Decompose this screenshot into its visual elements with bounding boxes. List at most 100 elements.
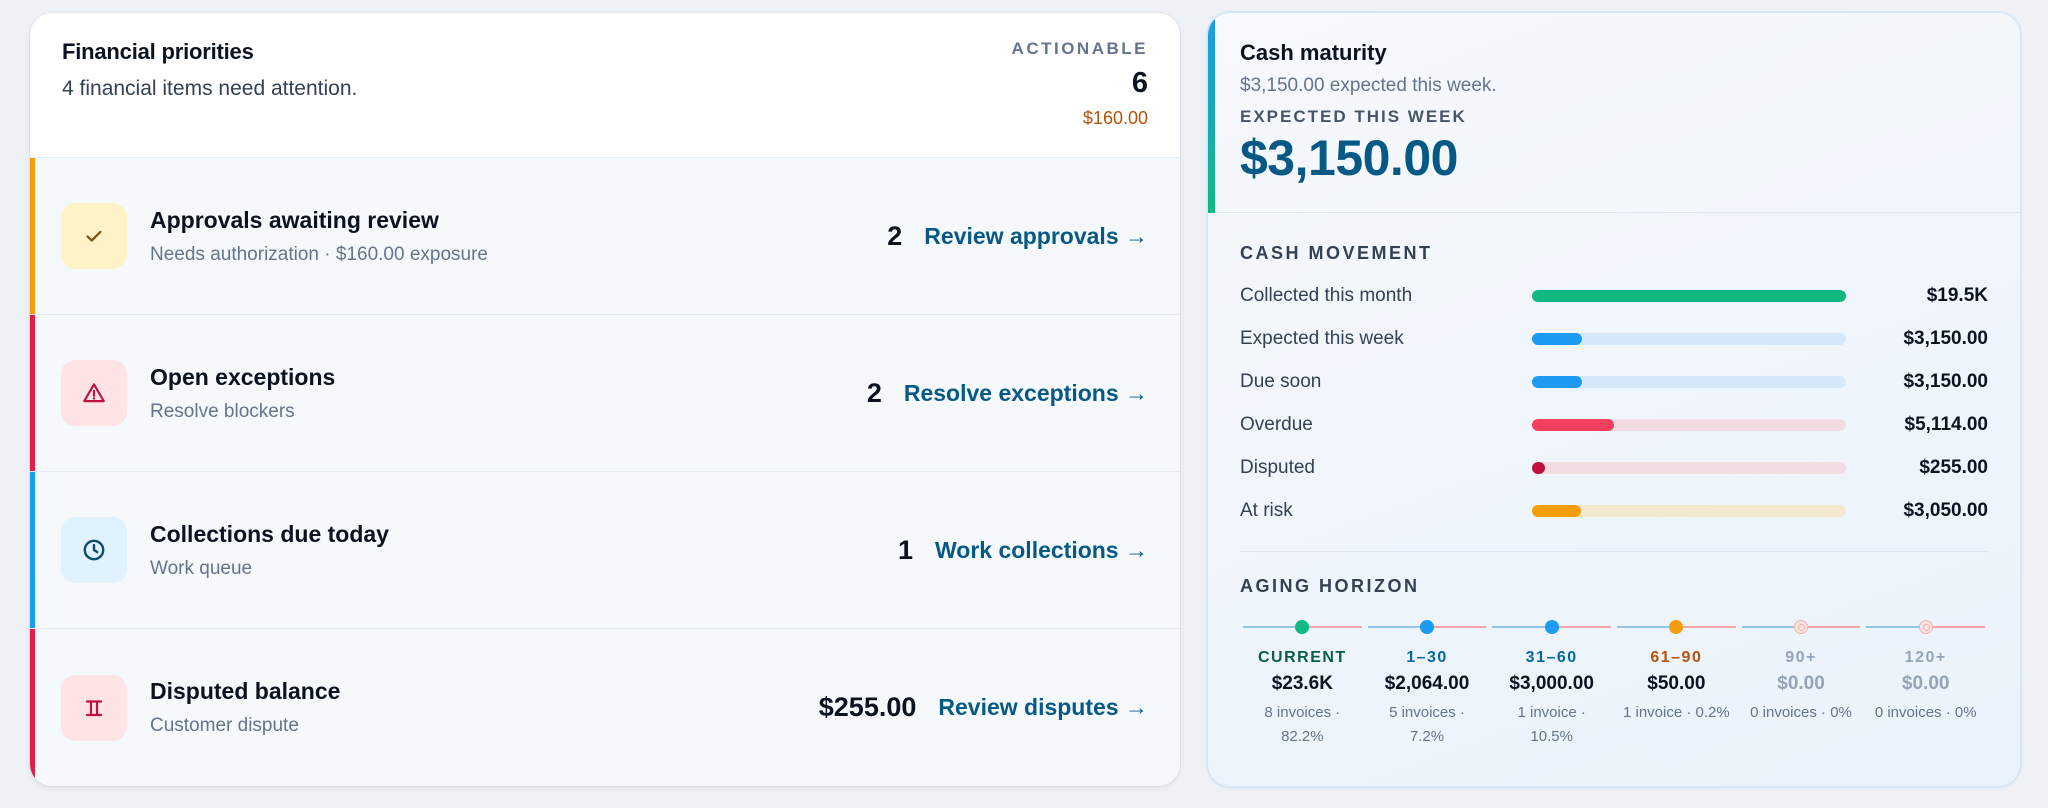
row-action-link[interactable]: Review disputes → <box>938 694 1148 721</box>
movement-value: $5,114.00 <box>1904 413 1988 435</box>
bucket-amount: $0.00 <box>1901 673 1950 694</box>
bucket-meta: 5 invoices · 7.2% <box>1389 704 1465 745</box>
row-action-link[interactable]: Work collections → <box>935 537 1148 564</box>
cash-movement-row: Overdue $5,114.00 <box>1240 403 1988 446</box>
movement-bar-track <box>1532 375 1846 388</box>
movement-value: $3,150.00 <box>1903 327 1988 349</box>
row-subtitle: Work queue <box>150 557 253 579</box>
movement-value: $255.00 <box>1919 456 1988 478</box>
priorities-subtitle: 4 financial items need attention. <box>62 77 358 100</box>
bucket-label: 61–90 <box>1650 649 1703 666</box>
cash-movement-section: CASH MOVEMENT Collected this month $19.5K… <box>1208 213 2020 553</box>
bucket-meta: 0 invoices · 0% <box>1750 704 1852 721</box>
aging-dot <box>1918 620 1933 634</box>
warning-triangle-icon <box>61 360 127 426</box>
movement-name: Disputed <box>1240 456 1315 478</box>
row-action-link[interactable]: Resolve exceptions → <box>904 380 1148 407</box>
actionable-count: 6 <box>1131 67 1148 99</box>
bucket-label: CURRENT <box>1257 649 1347 666</box>
movement-name: Overdue <box>1240 413 1313 435</box>
aging-dot <box>1420 620 1434 634</box>
aging-horizon-section: AGING HORIZON CURRENT $23.6K 8 invoices · … <box>1240 576 1988 749</box>
row-subtitle: Needs authorization · $160.00 exposure <box>150 243 489 265</box>
row-text: Disputed balance Customer dispute <box>150 678 819 737</box>
aging-dot <box>1295 620 1310 634</box>
movement-bar-track <box>1532 504 1846 517</box>
bucket-meta: 8 invoices · 82.2% <box>1264 704 1341 745</box>
row-text: Open exceptions Resolve blockers <box>150 364 867 423</box>
actionable-label: ACTIONABLE <box>1011 39 1148 58</box>
aging-buckets: CURRENT $23.6K 8 invoices · 82.2% 1–30 $2,06… <box>1240 619 1988 749</box>
aging-bucket: 31–60 $3,000.00 1 invoice · 10.5% <box>1489 619 1614 749</box>
bucket-meta: 1 invoice · 10.5% <box>1517 704 1586 745</box>
movement-bar-fill <box>1532 289 1846 302</box>
dispute-pillar-icon <box>61 674 127 741</box>
movement-bar-fill <box>1532 418 1614 431</box>
row-text: Collections due today Work queue <box>150 521 898 580</box>
movement-name: At risk <box>1240 499 1293 521</box>
aging-dot <box>1544 620 1559 634</box>
movement-name: Due soon <box>1240 370 1322 392</box>
expected-week-label: EXPECTED THIS WEEK <box>1240 107 1467 126</box>
movement-bar-fill <box>1532 461 1545 474</box>
check-icon <box>61 203 127 269</box>
priority-row: Approvals awaiting review Needs authoriza… <box>30 158 1180 315</box>
aging-horizon-label: AGING HORIZON <box>1240 576 1420 596</box>
aging-timeline <box>1492 619 1612 635</box>
expected-week-value: $3,150.00 <box>1240 130 1458 186</box>
cash-movement-row: Expected this week $3,150.00 <box>1240 317 1988 360</box>
cash-movement-list: Collected this month $19.5K Expected this … <box>1240 274 1988 532</box>
movement-bar-track <box>1532 289 1846 302</box>
movement-bar-track <box>1532 332 1846 345</box>
movement-bar-fill <box>1532 332 1583 345</box>
aging-bucket: 90+ $0.00 0 invoices · 0% <box>1739 619 1864 749</box>
cash-movement-row: At risk $3,050.00 <box>1240 489 1988 532</box>
bucket-label: 1–30 <box>1406 649 1448 666</box>
bucket-amount: $3,000.00 <box>1509 673 1594 694</box>
priority-row: Collections due today Work queue 1 Work col… <box>30 472 1180 629</box>
bucket-meta: 0 invoices · 0% <box>1874 704 1977 721</box>
row-count: $255.00 <box>818 692 917 722</box>
aging-timeline <box>1617 619 1736 635</box>
row-count: 2 <box>866 377 882 408</box>
movement-name: Expected this week <box>1240 327 1404 349</box>
cash-movement-row: Due soon $3,150.00 <box>1240 360 1988 403</box>
accent-bar <box>1208 13 1215 213</box>
aging-dot <box>1669 620 1684 634</box>
bucket-label: 90+ <box>1785 649 1817 666</box>
bucket-label: 31–60 <box>1525 649 1578 666</box>
aging-timeline <box>1866 619 1986 635</box>
bucket-amount: $50.00 <box>1647 673 1706 694</box>
clock-icon <box>61 517 127 583</box>
row-accent-bar <box>30 629 35 786</box>
priorities-header: Financial priorities 4 financial items n… <box>30 13 1180 158</box>
section-divider <box>1240 551 1988 552</box>
cash-movement-row: Disputed $255.00 <box>1240 446 1988 489</box>
bucket-amount: $2,064.00 <box>1384 673 1470 694</box>
row-accent-bar <box>30 472 35 628</box>
row-count: 1 <box>897 534 913 565</box>
row-title: Open exceptions <box>150 363 336 390</box>
cash-maturity-card: Cash maturity $3,150.00 expected this we… <box>1208 13 2020 786</box>
row-subtitle: Customer dispute <box>150 715 299 736</box>
movement-bar-fill <box>1532 375 1583 388</box>
aging-bucket: CURRENT $23.6K 8 invoices · 82.2% <box>1240 619 1365 749</box>
priority-row: Open exceptions Resolve blockers 2 Resolve … <box>30 315 1180 472</box>
cash-maturity-subtitle: $3,150.00 expected this week. <box>1240 75 1497 96</box>
row-action-link[interactable]: Review approvals → <box>924 223 1148 250</box>
movement-value: $19.5K <box>1926 284 1988 306</box>
aging-timeline <box>1243 619 1362 635</box>
cash-maturity-header: Cash maturity $3,150.00 expected this we… <box>1208 13 2020 213</box>
movement-bar-track <box>1532 418 1846 431</box>
movement-bar-track <box>1532 461 1846 474</box>
row-title: Approvals awaiting review <box>150 206 439 233</box>
aging-timeline <box>1741 619 1861 635</box>
movement-name: Collected this month <box>1240 284 1413 306</box>
bucket-amount: $23.6K <box>1271 673 1333 694</box>
actionable-amount: $160.00 <box>1082 108 1148 128</box>
row-accent-bar <box>30 315 35 471</box>
aging-bucket: 120+ $0.00 0 invoices · 0% <box>1863 619 1988 749</box>
cash-maturity-title: Cash maturity <box>1240 40 1387 65</box>
aging-bucket: 61–90 $50.00 1 invoice · 0.2% <box>1614 619 1739 749</box>
movement-value: $3,150.00 <box>1903 370 1988 392</box>
